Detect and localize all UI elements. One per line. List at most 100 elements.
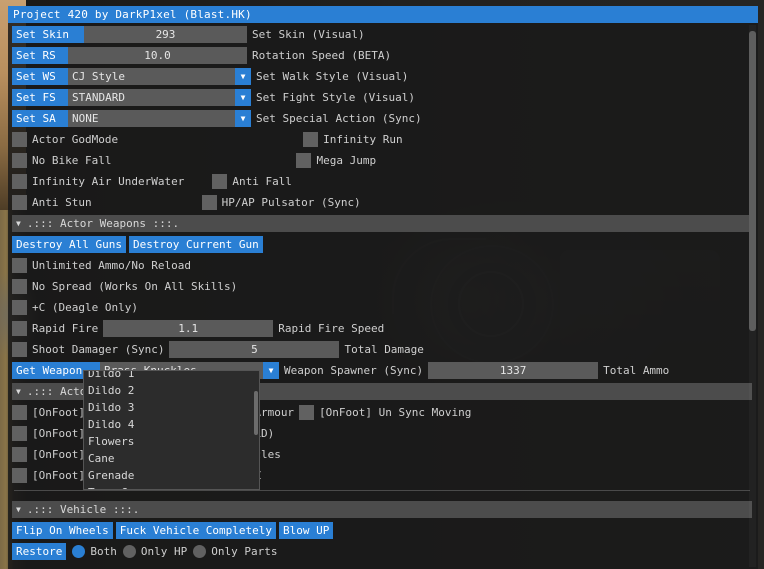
checkbox-no-bike-fall[interactable] (12, 153, 27, 168)
checkbox-action-4[interactable] (12, 468, 27, 483)
walk-style-combo[interactable]: CJ Style ▼ (68, 68, 251, 85)
destroy-all-guns-button[interactable]: Destroy All Guns (12, 236, 126, 253)
checkbox-shoot-damager[interactable] (12, 342, 27, 357)
checkbox-anti-fall[interactable] (212, 174, 228, 189)
row-actor-check-1: Actor GodMode Infinity Run (12, 131, 754, 148)
row-set-sa: Set SA NONE ▼ Set Special Action (Sync) (12, 110, 754, 127)
restore-button[interactable]: Restore (12, 543, 67, 560)
set-fs-label: Set Fight Style (Visual) (256, 91, 415, 104)
set-skin-button[interactable]: Set Skin (12, 26, 84, 43)
row-shoot-damager: Shoot Damager (Sync) 5 Total Damage (12, 341, 754, 358)
weapon-option[interactable]: Grenade (84, 467, 259, 484)
row-set-skin: Set Skin 293 Set Skin (Visual) (12, 26, 754, 43)
label-no-bike-fall: No Bike Fall (32, 154, 112, 167)
label-shoot-damager: Shoot Damager (Sync) (32, 343, 165, 356)
chevron-down-icon[interactable]: ▼ (235, 89, 251, 106)
weapon-option[interactable]: Flowers (84, 433, 259, 450)
total-damage-slider[interactable]: 5 (169, 341, 340, 358)
row-no-spread: No Spread (Works On All Skills) (12, 278, 754, 295)
set-ws-button[interactable]: Set WS (12, 68, 68, 85)
section-header-vehicle-label: .::: Vehicle :::. (26, 503, 140, 516)
set-skin-label: Set Skin (Visual) (252, 28, 365, 41)
section-header-actor-weapons[interactable]: ▼ .::: Actor Weapons :::. (12, 215, 752, 232)
checkbox-mega-jump[interactable] (296, 153, 312, 168)
checkbox-hp-ap-pulsator[interactable] (201, 195, 217, 210)
window-titlebar[interactable]: Project 420 by DarkP1xel (Blast.HK) (8, 6, 758, 23)
label-weapon-spawner: Weapon Spawner (Sync) (284, 364, 424, 377)
checkbox-anti-stun[interactable] (12, 195, 27, 210)
weapon-option[interactable]: Tear Gas (84, 484, 259, 489)
triangle-down-icon: ▼ (16, 219, 21, 228)
label-radio-both: Both (90, 545, 117, 558)
label-radio-only-parts: Only Parts (211, 545, 278, 558)
checkbox-no-spread[interactable] (12, 279, 27, 294)
label-action-1-col1: [OnFoot] (32, 406, 85, 419)
set-fs-button[interactable]: Set FS (12, 89, 68, 106)
set-rs-button[interactable]: Set RS (12, 47, 68, 64)
weapon-option[interactable]: Dildo 2 (84, 382, 259, 399)
label-un-sync-moving: [OnFoot] Un Sync Moving (319, 406, 472, 419)
weapon-option[interactable]: Dildo 1 (84, 371, 259, 382)
weapon-option[interactable]: Dildo 3 (84, 399, 259, 416)
label-hp-ap-pulsator: HP/AP Pulsator (Sync) (221, 196, 361, 209)
window-scrollbar-thumb[interactable] (749, 31, 756, 331)
section-header-vehicle[interactable]: ▼ .::: Vehicle :::. (12, 501, 752, 518)
row-destroy-guns: Destroy All Guns Destroy Current Gun (12, 236, 754, 253)
weapon-option[interactable]: Dildo 4 (84, 416, 259, 433)
row-vehicle-restore: Restore Both Only HP Only Parts (12, 543, 754, 560)
radio-both[interactable] (72, 545, 86, 558)
chevron-down-icon[interactable]: ▼ (235, 68, 251, 85)
triangle-down-icon: ▼ (16, 505, 21, 514)
label-radio-only-hp: Only HP (140, 545, 188, 558)
dropdown-scrollbar-thumb[interactable] (254, 391, 258, 435)
walk-style-value: CJ Style (72, 70, 125, 83)
checkbox-unlimited-ammo[interactable] (12, 258, 27, 273)
label-action-2-col1: [OnFoot] (32, 427, 85, 440)
section-divider (14, 490, 750, 491)
checkbox-action-3[interactable] (12, 447, 27, 462)
label-total-damage: Total Damage (344, 343, 424, 356)
label-plus-c-deagle: +C (Deagle Only) (32, 301, 138, 314)
weapon-dropdown-popup[interactable]: Dildo 1 Dildo 2 Dildo 3 Dildo 4 Flowers … (83, 370, 260, 490)
row-set-ws: Set WS CJ Style ▼ Set Walk Style (Visual… (12, 68, 754, 85)
checkbox-infinity-run[interactable] (303, 132, 319, 147)
set-sa-button[interactable]: Set SA (12, 110, 68, 127)
total-ammo-slider[interactable]: 1337 (428, 362, 599, 379)
radio-only-parts[interactable] (193, 545, 207, 558)
checkbox-action-1[interactable] (12, 405, 27, 420)
weapon-option[interactable]: Cane (84, 450, 259, 467)
label-total-ammo: Total Ammo (603, 364, 670, 377)
row-set-fs: Set FS STANDARD ▼ Set Fight Style (Visua… (12, 89, 754, 106)
label-action-4-col1: [OnFoot] (32, 469, 85, 482)
set-ws-label: Set Walk Style (Visual) (256, 70, 409, 83)
blow-up-button[interactable]: Blow UP (279, 522, 334, 539)
rapid-fire-speed-slider[interactable]: 1.1 (103, 320, 274, 337)
checkbox-infinity-air-underwater[interactable] (12, 174, 27, 189)
fight-style-value: STANDARD (72, 91, 125, 104)
destroy-current-gun-button[interactable]: Destroy Current Gun (128, 236, 263, 253)
flip-on-wheels-button[interactable]: Flip On Wheels (12, 522, 113, 539)
chevron-down-icon[interactable]: ▼ (235, 110, 251, 127)
checkbox-actor-godmode[interactable] (12, 132, 27, 147)
row-actor-check-2: No Bike Fall Mega Jump (12, 152, 754, 169)
fuck-vehicle-completely-button[interactable]: Fuck Vehicle Completely (115, 522, 277, 539)
checkbox-rapid-fire[interactable] (12, 321, 27, 336)
chevron-down-icon[interactable]: ▼ (263, 362, 279, 379)
set-skin-value-field[interactable]: 293 (84, 26, 247, 43)
radio-only-hp[interactable] (122, 545, 136, 558)
checkbox-plus-c-deagle[interactable] (12, 300, 27, 315)
set-rs-value-field[interactable]: 10.0 (68, 47, 247, 64)
fight-style-combo[interactable]: STANDARD ▼ (68, 89, 251, 106)
special-action-combo[interactable]: NONE ▼ (68, 110, 251, 127)
label-actor-godmode: Actor GodMode (32, 133, 119, 146)
row-plus-c-deagle: +C (Deagle Only) (12, 299, 754, 316)
label-anti-fall: Anti Fall (232, 175, 292, 188)
row-rapid-fire: Rapid Fire 1.1 Rapid Fire Speed (12, 320, 754, 337)
label-rapid-fire-speed: Rapid Fire Speed (278, 322, 385, 335)
set-sa-label: Set Special Action (Sync) (256, 112, 422, 125)
label-no-spread: No Spread (Works On All Skills) (32, 280, 238, 293)
checkbox-un-sync-moving[interactable] (299, 405, 315, 420)
row-set-rs: Set RS 10.0 Rotation Speed (BETA) (12, 47, 754, 64)
checkbox-action-2[interactable] (12, 426, 27, 441)
window-title: Project 420 by DarkP1xel (Blast.HK) (13, 8, 252, 21)
